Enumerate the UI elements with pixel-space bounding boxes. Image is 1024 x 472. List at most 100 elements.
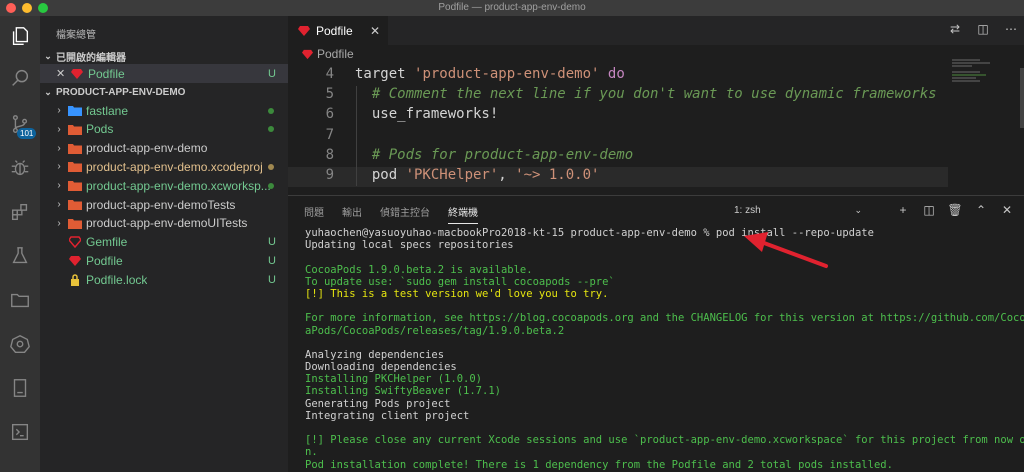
chevron-right-icon: › xyxy=(57,180,61,192)
testing-activity[interactable] xyxy=(0,238,40,274)
panel-tab[interactable]: 終端機 xyxy=(448,204,478,224)
folder-icon xyxy=(11,293,29,308)
tree-item-label: fastlane xyxy=(86,103,129,118)
tree-item[interactable]: › product-app-env-demoUITests xyxy=(40,214,288,233)
git-status: U xyxy=(268,254,276,267)
chevron-right-icon: › xyxy=(57,123,61,135)
git-status: U xyxy=(268,273,276,286)
tree-item-label: product-app-env-demoUITests xyxy=(86,216,248,231)
search-icon xyxy=(12,69,29,86)
book-icon xyxy=(13,379,27,397)
ruby-icon xyxy=(68,255,82,267)
line-number: 6 xyxy=(325,106,334,123)
tree-item-label: Podfile xyxy=(86,253,123,268)
project-label: PRODUCT-APP-ENV-DEMO xyxy=(56,86,186,98)
breadcrumb[interactable]: Podfile xyxy=(302,47,354,61)
folder-icon xyxy=(68,123,82,135)
editor-area: Podfile ✕ ⇄ ◫ ⋯ Podfile 4 target 'product… xyxy=(288,16,1024,195)
files-icon xyxy=(12,27,29,45)
tree-item-label: Gemfile xyxy=(86,235,128,250)
minimap[interactable] xyxy=(950,56,1016,116)
kubernetes-activity[interactable] xyxy=(0,326,40,362)
ruby-icon xyxy=(298,25,310,37)
open-editors-label: 已開啟的編輯器 xyxy=(56,52,126,64)
panel-tab[interactable]: 問題 xyxy=(304,204,324,224)
code-text: use_frameworks! xyxy=(355,106,499,123)
editor-tabs: Podfile ✕ ⇄ ◫ ⋯ xyxy=(288,16,1024,45)
tree-item[interactable]: › product-app-env-demo xyxy=(40,139,288,158)
folder-activity[interactable] xyxy=(0,282,40,318)
code-line: 5 # Comment the next line if you don't w… xyxy=(288,86,948,106)
terminal-line: Integrating client project xyxy=(305,409,470,422)
chevron-down-icon: ⌄ xyxy=(854,205,862,215)
code-line: 9 pod 'PKCHelper', '~> 1.0.0' xyxy=(288,167,948,187)
tree-item[interactable]: › product-app-env-demoTests xyxy=(40,195,288,214)
tree-item[interactable]: Podfile.lock U xyxy=(40,270,288,289)
close-icon[interactable]: ✕ xyxy=(56,67,68,80)
editor-actions: ⇄ ◫ ⋯ xyxy=(948,22,1018,36)
terminal-line: n. xyxy=(305,446,318,459)
trash-icon[interactable]: 🗑 xyxy=(947,203,962,217)
line-number: 9 xyxy=(325,167,334,183)
compare-icon[interactable]: ⇄ xyxy=(948,22,962,36)
extensions-activity[interactable] xyxy=(0,194,40,230)
new-terminal-icon[interactable]: + xyxy=(896,203,910,217)
terminal-line: yuhaochen@yasuoyuhao-macbookPro2018-kt-1… xyxy=(305,227,874,239)
book-activity[interactable] xyxy=(0,370,40,406)
code-line: 8 # Pods for product-app-env-demo xyxy=(288,147,948,167)
terminal-select[interactable]: 1: zsh ⌄ xyxy=(728,202,868,219)
source-control-activity[interactable]: 101 xyxy=(0,106,40,142)
explorer-title: 檔案總管 xyxy=(56,30,96,41)
ruby-icon xyxy=(68,236,82,249)
extensions-icon xyxy=(11,203,28,221)
tree-item[interactable]: › Pods xyxy=(40,120,288,139)
folder-icon xyxy=(68,142,82,154)
folder-icon xyxy=(68,180,82,192)
terminal-output[interactable]: yuhaochen@yasuoyuhao-macbookPro2018-kt-1… xyxy=(305,227,1024,471)
search-activity[interactable] xyxy=(0,60,40,96)
panel-tab[interactable]: 偵錯主控台 xyxy=(380,204,430,224)
tree-item[interactable]: Gemfile U xyxy=(40,233,288,252)
open-editor-item[interactable]: ✕ Podfile U xyxy=(40,64,288,83)
project-section[interactable]: ⌄ PRODUCT-APP-ENV-DEMO xyxy=(40,83,288,101)
close-panel-icon[interactable]: ✕ xyxy=(1000,203,1014,217)
status-dot xyxy=(268,107,274,114)
ruby-icon xyxy=(302,49,313,59)
split-terminal-icon[interactable]: ◫ xyxy=(922,203,936,217)
tree-item[interactable]: › product-app-env-demo.xcworksp... xyxy=(40,176,288,195)
tab-podfile[interactable]: Podfile ✕ xyxy=(288,16,388,45)
panel-tab[interactable]: 輸出 xyxy=(342,204,362,224)
split-editor-icon[interactable]: ◫ xyxy=(976,22,990,36)
tree-item[interactable]: › product-app-env-demo.xcodeproj xyxy=(40,157,288,176)
flask-icon xyxy=(12,247,28,264)
terminal-activity[interactable] xyxy=(0,414,40,450)
tree-item[interactable]: Podfile U xyxy=(40,251,288,270)
folder-icon xyxy=(68,217,82,229)
code-text: # Pods for product-app-env-demo xyxy=(355,146,634,163)
kubernetes-icon xyxy=(10,334,30,353)
terminal-line: [!] Please close any current Xcode sessi… xyxy=(305,434,1024,447)
window-title: Podfile — product-app-env-demo xyxy=(438,2,586,13)
maximize-panel-icon[interactable]: ⌃ xyxy=(974,203,988,217)
chevron-right-icon: › xyxy=(57,161,61,173)
open-editors-section[interactable]: ⌄ 已開啟的編輯器 xyxy=(40,47,288,65)
status-dot xyxy=(268,182,274,189)
explorer-activity[interactable] xyxy=(0,18,40,54)
breadcrumb-file: Podfile xyxy=(317,47,354,61)
more-icon[interactable]: ⋯ xyxy=(1004,22,1018,36)
explorer-sidebar: 檔案總管 ⌄ 已開啟的編輯器 ✕ Podfile U ⌄ PRODUCT-APP… xyxy=(40,16,288,472)
editor-scrollbar[interactable] xyxy=(1020,68,1024,128)
terminal-line: Downloading dependencies xyxy=(305,361,457,374)
terminal-line: Analyzing dependencies xyxy=(305,348,445,361)
bottom-panel: 問題 輸出 偵錯主控台 終端機 1: zsh ⌄ + ◫ 🗑 ⌃ ✕ yuhaoche… xyxy=(288,195,1024,472)
indent-guide xyxy=(356,86,357,186)
debug-icon xyxy=(11,160,29,176)
close-icon[interactable]: ✕ xyxy=(370,24,380,38)
debug-activity[interactable] xyxy=(0,150,40,186)
ruby-icon xyxy=(70,68,84,80)
terminal-line: Pod installation complete! There is 1 de… xyxy=(305,458,893,471)
terminal-line: Updating local specs repositories xyxy=(305,239,514,252)
folder-icon xyxy=(68,199,82,211)
tree-item[interactable]: › fastlane xyxy=(40,101,288,120)
